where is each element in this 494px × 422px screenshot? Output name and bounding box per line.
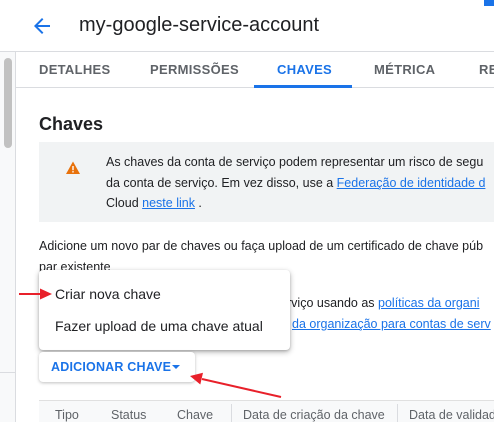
keys-table-header: Tipo Status Chave Data de criação da cha… [39,400,494,422]
warning-line-3-suffix: . [194,196,202,210]
column-header-status[interactable]: Status [111,408,146,422]
tab-metrica[interactable]: MÉTRICA [374,62,435,77]
caret-down-icon [172,365,180,369]
active-tab-indicator [254,85,352,88]
add-key-menu: Criar nova chave Fazer upload de uma cha… [39,270,290,350]
tab-permissoes[interactable]: PERMISSÕES [150,62,239,77]
add-key-button[interactable]: ADICIONAR CHAVE [39,352,195,382]
column-header-type[interactable]: Tipo [55,408,79,422]
annotation-arrow-button [190,372,282,398]
back-button[interactable] [28,12,56,40]
page-title: my-google-service-account [79,14,320,36]
policy-line-2: da organização para contas de serv [292,314,491,334]
policy-line-1: rviço usando as políticas da organi [287,293,479,313]
column-header-created[interactable]: Data de criação da chave [243,408,385,422]
column-separator [397,404,398,422]
warning-line-1: As chaves da conta de serviço podem repr… [106,155,484,169]
description-line-1: Adicione um novo par de chaves ou faça u… [39,239,484,253]
warning-line-3: Cloud neste link . [106,193,202,213]
corner-accent [484,0,494,6]
section-title: Chaves [39,114,104,134]
menu-item-create-key[interactable]: Criar nova chave [39,278,290,310]
warning-line-3-text: Cloud [106,196,143,210]
warning-icon [66,161,80,174]
column-header-expiry[interactable]: Data de validade [409,408,494,422]
tab-detalhes[interactable]: DETALHES [39,62,111,77]
policy-line-1-text: rviço usando as [287,296,379,310]
tab-re[interactable]: RE [479,62,494,77]
sidebar-divider [0,372,16,373]
this-link[interactable]: neste link [142,196,195,210]
warning-line-2-text: da conta de serviço. Em vez disso, use a [106,176,337,190]
identity-federation-link[interactable]: Federação de identidade d [337,176,486,190]
column-separator [231,404,232,422]
add-key-button-label: ADICIONAR CHAVE [51,360,172,374]
org-policies-link[interactable]: políticas da organi [378,296,479,310]
arrow-back-icon [34,18,50,34]
scrollbar-thumb[interactable] [4,58,12,148]
top-app-bar: my-google-service-account [0,0,494,52]
column-header-key[interactable]: Chave [177,408,213,422]
menu-item-upload-key[interactable]: Fazer upload de uma chave atual [39,310,290,342]
org-service-account-link[interactable]: da organização para contas de serv [292,317,491,331]
warning-line-2: da conta de serviço. Em vez disso, use a… [106,173,485,193]
tab-chaves[interactable]: CHAVES [277,62,332,77]
